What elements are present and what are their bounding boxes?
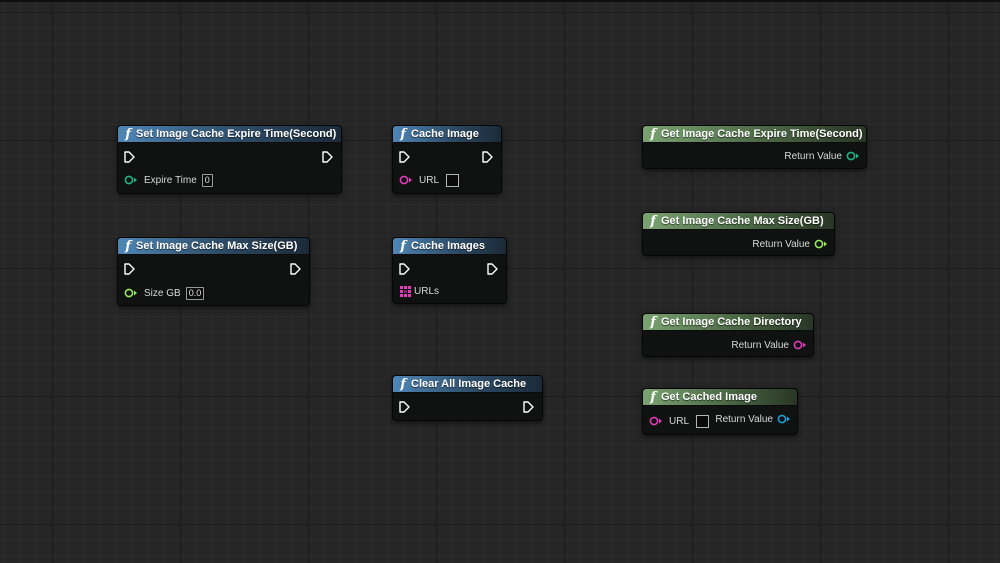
int-pin-icon[interactable] xyxy=(124,175,138,185)
return-value-label: Return Value xyxy=(784,150,842,162)
return-value-pin-row: Return Value xyxy=(752,237,828,251)
function-icon: f xyxy=(400,376,406,392)
url-label: URL xyxy=(419,174,440,186)
url-input-box[interactable] xyxy=(446,173,460,187)
exec-in-pin-icon[interactable] xyxy=(399,151,410,163)
url-label: URL xyxy=(669,415,690,427)
function-icon: f xyxy=(650,213,656,229)
exec-in-pin-icon[interactable] xyxy=(124,151,135,163)
node-get-image-cache-expire-time[interactable]: f Get Image Cache Expire Time(Second) Re… xyxy=(642,125,867,169)
string-pin-icon[interactable] xyxy=(649,416,663,426)
node-title: Get Image Cache Expire Time(Second) xyxy=(661,128,863,140)
node-header[interactable]: f Set Image Cache Max Size(GB) xyxy=(118,238,309,255)
node-get-cached-image[interactable]: f Get Cached Image URL Return Value xyxy=(642,388,798,435)
exec-in-pin-icon[interactable] xyxy=(399,263,410,275)
url-pin-row: URL xyxy=(399,173,460,187)
exec-in-pin-icon[interactable] xyxy=(399,401,410,413)
node-header[interactable]: f Get Image Cache Expire Time(Second) xyxy=(643,126,866,143)
return-value-label: Return Value xyxy=(731,339,789,351)
size-gb-label: Size GB xyxy=(144,287,181,299)
node-header[interactable]: f Cache Image xyxy=(393,126,501,143)
string-pin-icon[interactable] xyxy=(399,175,413,185)
exec-out-pin-icon[interactable] xyxy=(523,401,534,413)
node-cache-images[interactable]: f Cache Images URLs xyxy=(392,237,507,304)
node-title: Get Image Cache Max Size(GB) xyxy=(661,215,824,227)
node-header[interactable]: f Get Cached Image xyxy=(643,389,797,406)
node-get-image-cache-directory[interactable]: f Get Image Cache Directory Return Value xyxy=(642,313,814,357)
exec-in-pin-icon[interactable] xyxy=(124,263,135,275)
node-header[interactable]: f Cache Images xyxy=(393,238,506,255)
size-gb-pin-row: Size GB 0.0 xyxy=(124,286,205,300)
urls-pin-row: URLs xyxy=(400,284,439,298)
return-value-pin-row: Return Value xyxy=(731,338,807,352)
string-pin-icon[interactable] xyxy=(793,340,807,350)
url-pin-row: URL xyxy=(649,414,710,428)
node-cache-image[interactable]: f Cache Image URL xyxy=(392,125,502,194)
function-icon: f xyxy=(125,238,131,254)
node-title: Get Image Cache Directory xyxy=(661,316,802,328)
node-set-image-cache-expire-time[interactable]: f Set Image Cache Expire Time(Second) Ex… xyxy=(117,125,342,194)
blueprint-graph[interactable]: f Set Image Cache Expire Time(Second) Ex… xyxy=(0,0,1000,563)
node-get-image-cache-max-size[interactable]: f Get Image Cache Max Size(GB) Return Va… xyxy=(642,212,835,256)
expire-time-input[interactable]: 0 xyxy=(201,173,213,187)
function-icon: f xyxy=(650,314,656,330)
node-title: Get Cached Image xyxy=(661,391,757,403)
exec-out-pin-icon[interactable] xyxy=(482,151,493,163)
expire-time-label: Expire Time xyxy=(144,174,197,186)
return-value-label: Return Value xyxy=(715,413,773,425)
node-title: Cache Images xyxy=(411,240,485,252)
function-icon: f xyxy=(125,126,131,142)
exec-out-pin-icon[interactable] xyxy=(487,263,498,275)
urls-label: URLs xyxy=(414,285,440,297)
return-value-pin-row: Return Value xyxy=(715,412,791,426)
node-header[interactable]: f Get Image Cache Max Size(GB) xyxy=(643,213,834,230)
url-input-box[interactable] xyxy=(696,414,710,428)
node-set-image-cache-max-size[interactable]: f Set Image Cache Max Size(GB) Size GB 0… xyxy=(117,237,310,306)
function-icon: f xyxy=(650,126,656,142)
array-pin-icon[interactable] xyxy=(400,285,411,297)
float-pin-icon[interactable] xyxy=(814,239,828,249)
size-gb-input[interactable]: 0.0 xyxy=(185,286,205,300)
node-header[interactable]: f Get Image Cache Directory xyxy=(643,314,813,331)
node-header[interactable]: f Clear All Image Cache xyxy=(393,376,542,393)
int-pin-icon[interactable] xyxy=(846,151,860,161)
node-clear-all-image-cache[interactable]: f Clear All Image Cache xyxy=(392,375,543,421)
node-title: Set Image Cache Expire Time(Second) xyxy=(136,128,337,140)
function-icon: f xyxy=(650,389,656,405)
exec-out-pin-icon[interactable] xyxy=(290,263,301,275)
function-icon: f xyxy=(400,126,406,142)
node-header[interactable]: f Set Image Cache Expire Time(Second) xyxy=(118,126,341,143)
return-value-label: Return Value xyxy=(752,238,810,250)
return-value-pin-row: Return Value xyxy=(784,149,860,163)
node-title: Clear All Image Cache xyxy=(411,378,527,390)
node-title: Cache Image xyxy=(411,128,479,140)
function-icon: f xyxy=(400,238,406,254)
exec-out-pin-icon[interactable] xyxy=(322,151,333,163)
object-pin-icon[interactable] xyxy=(777,414,791,424)
expire-time-pin-row: Expire Time 0 xyxy=(124,173,213,187)
float-pin-icon[interactable] xyxy=(124,288,138,298)
node-title: Set Image Cache Max Size(GB) xyxy=(136,240,298,252)
